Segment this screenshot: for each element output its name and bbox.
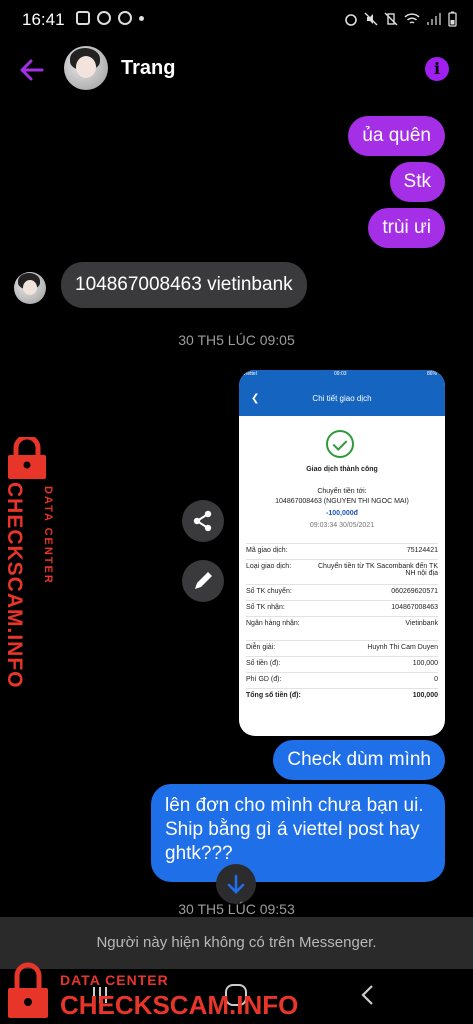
receipt-back-icon: ❮ <box>251 393 260 404</box>
watermark-data-center: DATA CENTER <box>42 486 54 585</box>
message-line: lên đơn cho mình chưa bạn ui. <box>165 795 424 816</box>
watermark-checkscam: CHECKSCAM.INFO <box>3 482 26 689</box>
signal-icon <box>427 13 441 25</box>
unavailable-banner: Người này hiện không có trên Messenger. <box>0 917 473 969</box>
battery-icon <box>448 11 457 27</box>
receipt-row: Tổng số tiền (đ): 100,000 <box>246 688 438 715</box>
vibrate-icon <box>384 12 398 26</box>
watermark-checkscam: CHECKSCAM.INFO <box>60 990 299 1020</box>
receipt-amount: -100,000đ <box>326 510 358 517</box>
receipt-title: Chi tiết giao dịch <box>312 394 372 403</box>
notification-icons <box>76 11 144 25</box>
message-sent[interactable]: trùi ưi <box>368 208 445 248</box>
receipt-clock: 09:03 <box>334 371 347 377</box>
receipt-datetime: 09:03:34 30/05/2021 <box>309 522 375 529</box>
receipt-row: Mã giao dịch: 75124421 <box>246 543 438 560</box>
watermark-data-center: DATA CENTER <box>60 972 169 988</box>
receipt-transfer-label: Chuyển tiền tới: <box>317 488 367 495</box>
sender-avatar[interactable] <box>14 272 46 304</box>
receipt-row: Diễn giải: Huynh Thi Cam Duyen <box>246 640 438 657</box>
info-icon[interactable]: i <box>425 57 449 81</box>
watermark-lock-icon <box>8 962 48 1018</box>
message-line: Ship bằng gì á viettel post hay <box>165 819 420 840</box>
back-arrow-icon[interactable] <box>18 56 46 84</box>
contact-avatar[interactable] <box>64 46 108 90</box>
contact-name[interactable]: Trang <box>121 57 175 80</box>
conversation-header: Trang i <box>0 40 473 100</box>
receipt-row: Số tiền (đ): 100,000 <box>246 656 438 673</box>
message-sent[interactable]: Stk <box>389 162 445 202</box>
alarm-icon <box>345 14 357 26</box>
status-bar: 16:41 <box>0 0 473 36</box>
share-icon <box>193 510 212 532</box>
receipt-transfer-to: 104867008463 (NGUYEN THI NGOC MAI) <box>275 498 409 505</box>
success-check-icon <box>326 430 354 458</box>
receipt-row: Phí GD (đ): 0 <box>246 672 438 689</box>
system-icons <box>344 11 457 27</box>
scroll-down-button[interactable] <box>216 864 256 904</box>
edit-button[interactable] <box>182 560 224 602</box>
receipt-carrier: Viettel <box>243 371 257 377</box>
receipt-header: ❮ Chi tiết giao dịch <box>239 382 445 416</box>
messenger-icon <box>97 11 111 25</box>
pencil-icon <box>195 572 212 589</box>
receipt-row: Ngân hàng nhận: Vietinbank <box>246 616 438 641</box>
status-time: 16:41 <box>22 10 65 29</box>
message-sent[interactable]: lên đơn cho mình chưa bạn ui. Ship bằng … <box>151 784 445 882</box>
receipt-row: Loại giao dịch: Chuyển tiền từ TK Sacomba… <box>246 559 438 585</box>
back-nav-icon[interactable] <box>356 983 380 1007</box>
sync-icon <box>118 11 132 25</box>
message-line: ghtk??? <box>165 843 233 864</box>
share-button[interactable] <box>182 500 224 542</box>
message-sent[interactable]: ủa quên <box>348 116 445 156</box>
wifi-icon <box>404 13 420 24</box>
receipt-image[interactable]: Viettel 09:03 86% ❮ Chi tiết giao dịch G… <box>239 370 445 736</box>
timestamp: 30 TH5 LÚC 09:05 <box>178 332 295 348</box>
gallery-icon <box>76 11 90 25</box>
mute-icon <box>364 12 378 26</box>
watermark-lock-icon <box>8 437 46 479</box>
receipt-success: Giao dịch thành công <box>306 466 378 473</box>
receipt-row: Số TK nhận: 104867008463 <box>246 600 438 617</box>
message-sent[interactable]: Check dùm mình <box>273 740 445 780</box>
receipt-status-bar: Viettel 09:03 86% <box>239 370 445 382</box>
receipt-row: Số TK chuyển: 060269620571 <box>246 584 438 601</box>
receipt-battery: 86% <box>426 371 437 377</box>
timestamp: 30 TH5 LÚC 09:53 <box>178 901 295 917</box>
arrow-down-icon <box>227 874 245 894</box>
more-notifications-icon <box>139 15 144 21</box>
message-received[interactable]: 104867008463 vietinbank <box>61 262 307 308</box>
